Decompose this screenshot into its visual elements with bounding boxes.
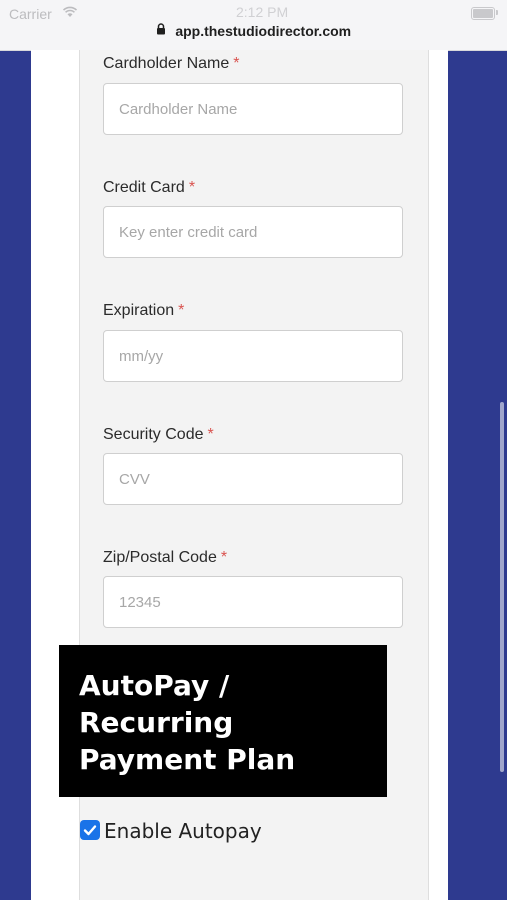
browser-status-bar: Carrier 2:12 PM app.thestudiodirector.co…: [0, 0, 507, 51]
clock-label: 2:12 PM: [236, 4, 289, 20]
url-text: app.thestudiodirector.com: [175, 23, 352, 39]
cardholder-name-label-text: Cardholder Name: [103, 55, 230, 72]
scrollbar-thumb[interactable]: [500, 402, 504, 772]
required-marker: *: [207, 426, 214, 443]
wifi-icon: [62, 5, 78, 23]
expiration-label-text: Expiration: [103, 302, 175, 319]
address-bar[interactable]: app.thestudiodirector.com: [0, 22, 507, 44]
required-marker: *: [220, 549, 228, 566]
zip-code-label: Zip/Postal Code *: [103, 549, 227, 567]
battery-icon: [471, 7, 495, 20]
autopay-heading-line: Recurring: [79, 706, 234, 739]
security-code-label-text: Security Code: [103, 426, 204, 443]
required-marker: *: [188, 179, 196, 196]
expiration-input[interactable]: [103, 330, 403, 382]
autopay-heading-line: Payment Plan: [79, 743, 296, 776]
autopay-section-heading: AutoPay / Recurring Payment Plan: [59, 645, 387, 797]
required-marker: *: [233, 55, 240, 72]
credit-card-input[interactable]: [103, 206, 403, 258]
required-marker: *: [178, 302, 185, 319]
cardholder-name-label: Cardholder Name *: [103, 55, 240, 73]
expiration-label: Expiration *: [103, 302, 184, 320]
credit-card-label-text: Credit Card: [103, 179, 185, 196]
autopay-heading-line: AutoPay /: [79, 669, 230, 702]
enable-autopay-checkbox[interactable]: [80, 820, 100, 840]
security-code-label: Security Code *: [103, 426, 214, 444]
battery-tip-icon: [496, 10, 498, 15]
zip-code-label-text: Zip/Postal Code: [103, 549, 217, 566]
credit-card-label: Credit Card *: [103, 179, 195, 197]
cardholder-name-input[interactable]: [103, 83, 403, 135]
security-code-input[interactable]: [103, 453, 403, 505]
zip-code-input[interactable]: [103, 576, 403, 628]
checkmark-icon: [83, 825, 97, 836]
enable-autopay-label[interactable]: Enable Autopay: [104, 819, 262, 843]
lock-icon: [156, 22, 166, 40]
carrier-label: Carrier: [9, 6, 52, 22]
